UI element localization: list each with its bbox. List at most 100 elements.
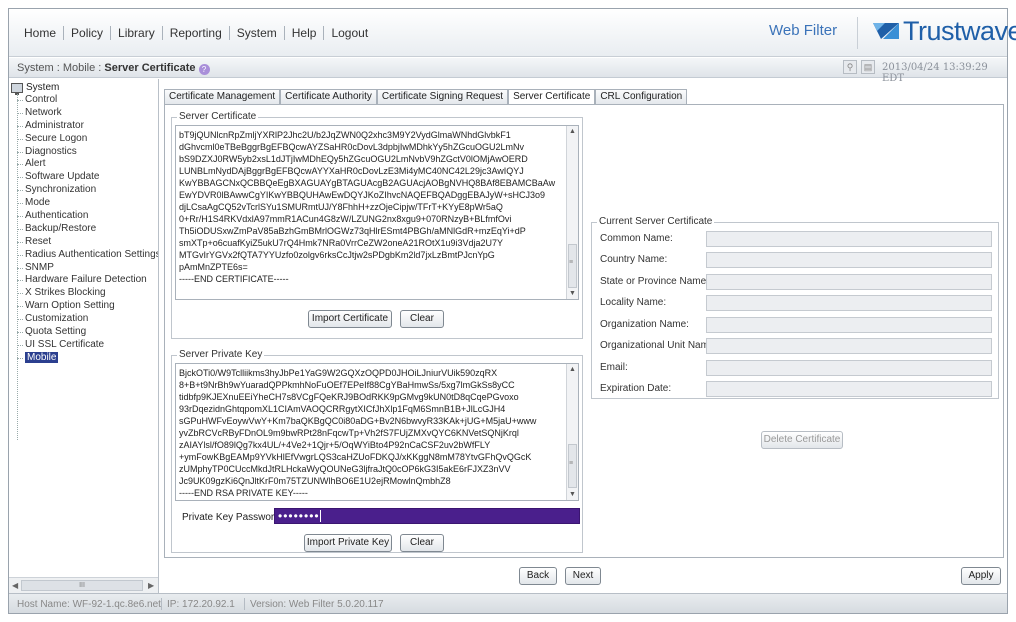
nav-policy[interactable]: Policy (64, 26, 110, 40)
sidebar-hscrollbar[interactable]: ◀ III ▶ (9, 577, 158, 593)
tab-server-certificate[interactable]: Server Certificate (508, 89, 596, 105)
sidebar-item-alert[interactable]: Alert (11, 158, 158, 171)
sidebar-item-snmp[interactable]: SNMP (11, 262, 158, 275)
text-line: zUMphyTP0CUccMkdJtRLHckaWyQOUNeG3ljfraJt… (179, 464, 511, 474)
import-certificate-button[interactable]: Import Certificate (308, 310, 392, 328)
country-name-field (706, 252, 992, 268)
clear-certificate-button[interactable]: Clear (400, 310, 444, 328)
top-bar: Home Policy Library Reporting System Hel… (9, 9, 1016, 57)
nav-library[interactable]: Library (111, 26, 162, 40)
apply-button[interactable]: Apply (961, 567, 1001, 585)
status-version: Version: Web Filter 5.0.20.117 (250, 599, 384, 610)
sidebar-item-radius-auth[interactable]: Radius Authentication Settings (11, 249, 158, 262)
scroll-thumb[interactable]: III (21, 580, 143, 591)
private-key-password-input[interactable]: •••••••• (274, 508, 580, 524)
nav-system[interactable]: System (230, 26, 284, 40)
sidebar-item-reset[interactable]: Reset (11, 236, 158, 249)
app-window: Home Policy Library Reporting System Hel… (8, 8, 1016, 614)
sidebar-item-ui-ssl[interactable]: UI SSL Certificate (11, 339, 158, 352)
text-line: 8+B+t9NrBh9wYuaradQPPkmhNoFuOEf7EPeIf88C… (179, 380, 515, 390)
nav-home[interactable]: Home (17, 26, 63, 40)
tree-root-label: System (26, 82, 60, 93)
tab-crl-configuration[interactable]: CRL Configuration (595, 89, 688, 104)
status-ip: IP: 172.20.92.1 (167, 599, 235, 610)
back-button[interactable]: Back (519, 567, 557, 585)
private-key-text: BjckOTi0/W9Tclliikms3hyJbPe1YaG9W2GQXzOQ… (179, 367, 536, 499)
sidebar-item-x-strikes[interactable]: X Strikes Blocking (11, 287, 158, 300)
nav-help[interactable]: Help (285, 26, 324, 40)
tab-panel: Server Certificate bT9jQUNlcnRpZmljYXRlP… (164, 104, 1004, 558)
sidebar-item-synchronization[interactable]: Synchronization (11, 184, 158, 197)
sidebar-item-administrator[interactable]: Administrator (11, 120, 158, 133)
text-line: +ymFowKBgEAMp9YVkHlEfVwgrLQS3caHZUoFDKQJ… (179, 452, 532, 462)
sidebar-item-mode[interactable]: Mode (11, 197, 158, 210)
expiration-label: Expiration Date: (600, 383, 672, 394)
sidebar-item-backup-restore[interactable]: Backup/Restore (11, 223, 158, 236)
import-private-key-button[interactable]: Import Private Key (304, 534, 392, 552)
monitor-icon[interactable]: ⚲ (843, 60, 857, 74)
org-unit-field (706, 338, 992, 354)
expiration-field (706, 381, 992, 397)
sidebar-item-software-update[interactable]: Software Update (11, 171, 158, 184)
sidebar-item-mobile[interactable]: Mobile (11, 351, 158, 365)
sidebar-item-warn-option[interactable]: Warn Option Setting (11, 300, 158, 313)
country-name-row: Country Name: (600, 252, 992, 268)
text-line: -----END RSA PRIVATE KEY----- (179, 488, 308, 498)
certificate-scrollbar[interactable]: ▲ ≡ ▼ (566, 126, 578, 299)
trustwave-logo-icon (873, 23, 899, 39)
common-name-row: Common Name: (600, 231, 992, 247)
nav-logout[interactable]: Logout (324, 26, 375, 40)
sidebar-item-hardware-failure[interactable]: Hardware Failure Detection (11, 274, 158, 287)
common-name-field (706, 231, 992, 247)
scroll-left-icon[interactable]: ◀ (12, 581, 18, 590)
certificate-text: bT9jQUNlcnRpZmljYXRlP2Jhc2U/b2JqZWN0Q2xh… (179, 129, 555, 285)
sidebar-item-diagnostics[interactable]: Diagnostics (11, 146, 158, 159)
brand-logo: Trustwave® (871, 18, 1016, 45)
clear-private-key-button[interactable]: Clear (400, 534, 444, 552)
state-row: State or Province Name: (600, 274, 992, 290)
sidebar-item-authentication[interactable]: Authentication (11, 210, 158, 223)
next-button[interactable]: Next (565, 567, 601, 585)
print-icon[interactable]: ▤ (861, 60, 875, 74)
text-line: tidbfp9KJEXnuEEiYheCH7s8VCgFQeKRJ9BOdRKK… (179, 392, 519, 402)
scroll-grip-icon: ≡ (569, 259, 574, 266)
text-line: Jc9UK09gzKi6QnJltKrF0m75TZUNWlhBO6E1U2ej… (179, 476, 451, 486)
tab-certificate-authority[interactable]: Certificate Authority (280, 89, 377, 104)
sidebar-item-secure-logon[interactable]: Secure Logon (11, 133, 158, 146)
text-line: bS9DZXJ0RW5yb2xsL1dJTjIwMDhEQy5hZGcuOGU2… (179, 154, 528, 164)
common-name-label: Common Name: (600, 233, 673, 244)
text-line: Th5iODUSxwZmPaV85aBzhGmBMrlOGWz73qHlrESm… (179, 226, 526, 236)
locality-row: Locality Name: (600, 295, 992, 311)
scroll-right-icon[interactable]: ▶ (148, 581, 154, 590)
sidebar-item-quota[interactable]: Quota Setting (11, 326, 158, 339)
locality-label: Locality Name: (600, 297, 667, 308)
tab-certificate-management[interactable]: Certificate Management (164, 89, 281, 104)
status-divider (244, 598, 245, 610)
nav-reporting[interactable]: Reporting (163, 26, 229, 40)
private-key-scrollbar[interactable]: ▲ ≡ ▼ (566, 364, 578, 500)
text-caret (319, 510, 321, 522)
text-line: smXTp+o6cuafKyiZ5ukU7rQ4Hmk7NRa0VrrCeZW2… (179, 238, 504, 248)
text-line: djLCsaAgCQ52vTcrlSYu1SMURmtUJ/Y8FhhH+zzO… (179, 202, 503, 212)
scroll-down-icon[interactable]: ▼ (569, 491, 576, 498)
status-bar: Host Name: WF-92-1.qc.8e6.net IP: 172.20… (9, 593, 1007, 613)
server-private-key-legend: Server Private Key (177, 349, 265, 360)
sidebar-item-network[interactable]: Network (11, 107, 158, 120)
tree-root[interactable]: System (11, 81, 158, 95)
scroll-up-icon[interactable]: ▲ (569, 366, 576, 373)
text-line: -----END CERTIFICATE----- (179, 274, 289, 284)
breadcrumb-path: System : Mobile : (17, 62, 105, 74)
organization-field (706, 317, 992, 333)
tab-certificate-signing-request[interactable]: Certificate Signing Request (376, 89, 509, 104)
scroll-up-icon[interactable]: ▲ (569, 128, 576, 135)
org-unit-label: Organizational Unit Name: (600, 340, 718, 351)
help-icon[interactable]: ? (198, 64, 210, 75)
scroll-down-icon[interactable]: ▼ (569, 290, 576, 297)
scroll-thumb[interactable] (568, 244, 577, 288)
delete-certificate-button[interactable]: Delete Certificate (761, 431, 843, 449)
sidebar-item-customization[interactable]: Customization (11, 313, 158, 326)
private-key-textarea[interactable]: BjckOTi0/W9Tclliikms3hyJbPe1YaG9W2GQXzOQ… (175, 363, 579, 501)
toolbar-icons: ⚲ ▤ (843, 60, 879, 74)
sidebar-item-control[interactable]: Control (11, 94, 158, 107)
certificate-textarea[interactable]: bT9jQUNlcnRpZmljYXRlP2Jhc2U/b2JqZWN0Q2xh… (175, 125, 579, 300)
